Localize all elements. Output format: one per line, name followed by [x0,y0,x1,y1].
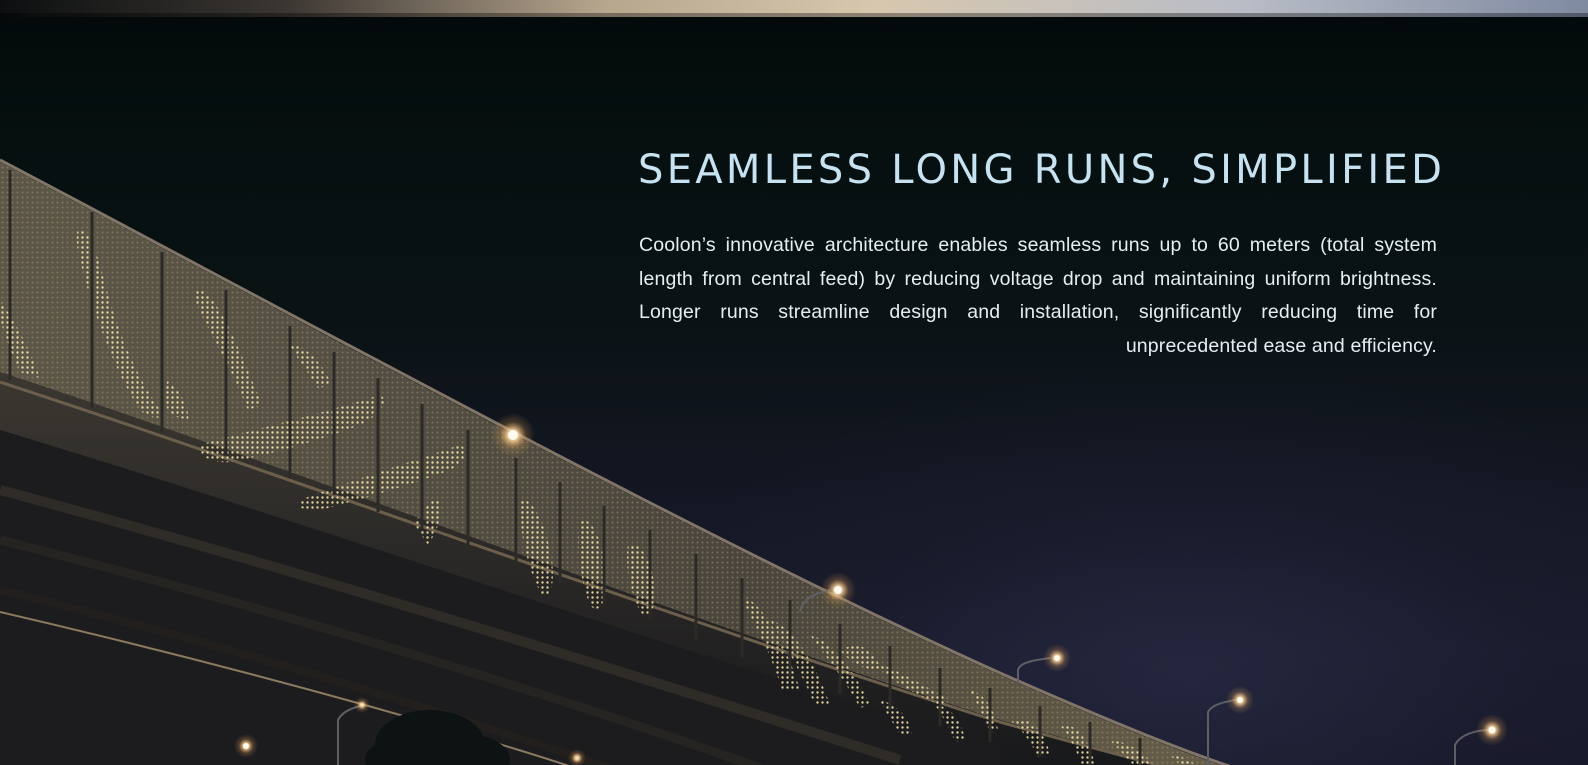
section-description: Coolon’s innovative architecture enables… [639,234,1437,357]
section-headline: SEAMLESS LONG RUNS, SIMPLIFIED [638,147,1446,193]
illuminated-bridge-icon [0,158,1508,765]
hero-section: SEAMLESS LONG RUNS, SIMPLIFIED Coolon’s … [0,0,1588,765]
